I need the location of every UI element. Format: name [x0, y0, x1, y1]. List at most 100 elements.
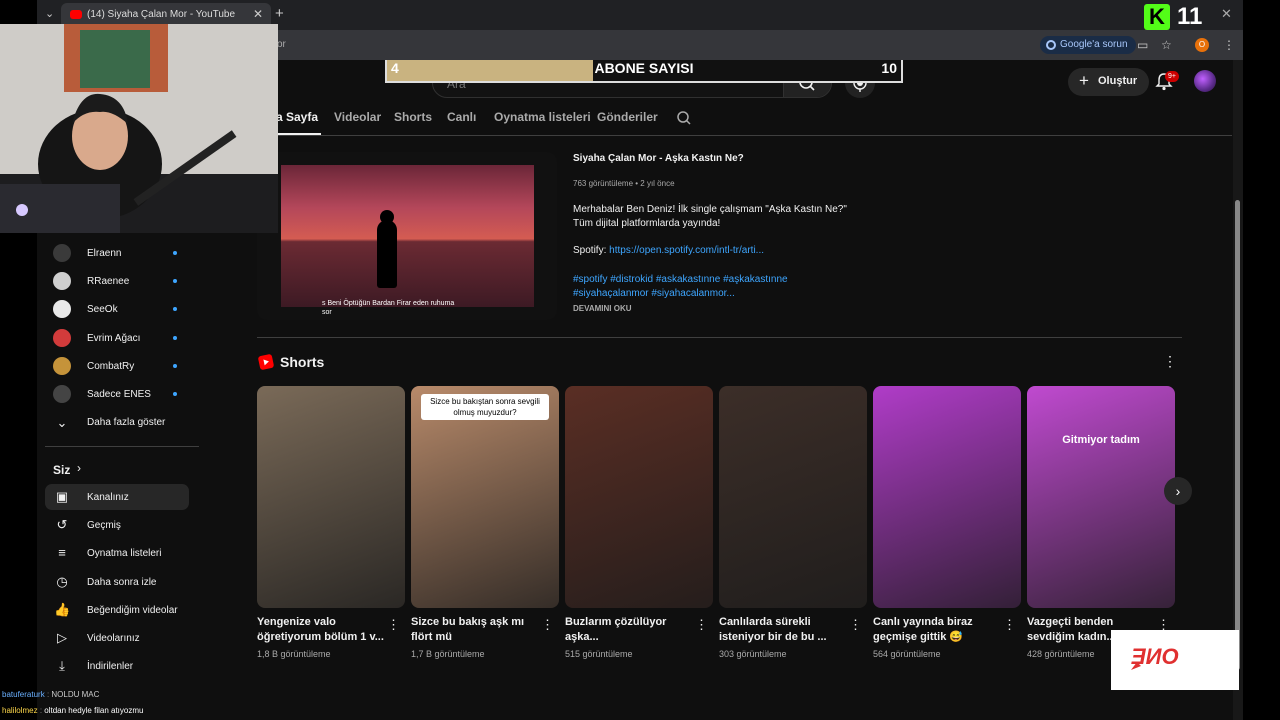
tab-list-chevron-icon[interactable]: ⌄ [45, 7, 54, 20]
sidebar-item-watch-later[interactable]: ◷ Daha sonra izle [45, 569, 189, 595]
section-menu-icon[interactable]: ⋮ [1163, 353, 1177, 370]
spotify-label: Spotify: [573, 245, 610, 256]
sidebar-item-your-channel[interactable]: ▣ Kanalınız [45, 484, 189, 510]
tab-videos[interactable]: Videolar [334, 110, 381, 124]
plus-icon: + [1079, 71, 1089, 90]
subscription-item[interactable]: RRaenee [37, 268, 199, 296]
short-views: 428 görüntüleme [1027, 649, 1095, 659]
chat-message: batuferaturk : NOLDU MAC [2, 690, 99, 699]
subscription-item[interactable]: SeeOk [37, 296, 199, 324]
read-more-button[interactable]: DEVAMINI OKU [573, 304, 632, 313]
short-thumbnail[interactable]: Gitmiyor tadım [1027, 386, 1175, 608]
more-options-icon[interactable]: ⋮ [541, 617, 554, 633]
page-scrollbar[interactable] [1233, 60, 1243, 720]
short-views: 1,7 B görüntüleme [411, 649, 485, 659]
create-button[interactable]: + Oluştur [1068, 68, 1150, 96]
short-thumbnail[interactable] [257, 386, 405, 608]
spotify-link[interactable]: https://open.spotify.com/intl-tr/arti... [609, 245, 764, 256]
short-thumbnail[interactable] [873, 386, 1021, 608]
account-box-icon: ▣ [55, 489, 69, 504]
description-line: Merhabalar Ben Deniz! İlk single çalışma… [573, 204, 847, 215]
subscription-avatar [53, 244, 71, 262]
more-options-icon[interactable]: ⋮ [387, 617, 400, 633]
sidebar-item-label: Kanalınız [87, 492, 129, 503]
google-lens-button[interactable]: Google'a sorun [1040, 36, 1136, 54]
browser-menu-icon[interactable]: ⋮ [1223, 38, 1235, 52]
chat-separator: : [39, 706, 43, 715]
subscription-name: Sadece ENES [87, 389, 151, 400]
sidebar-item-downloads[interactable]: ⤓ İndirilenler [45, 653, 189, 679]
subscription-item[interactable]: Evrim Ağacı [37, 325, 199, 353]
sidebar-item-history[interactable]: ↺ Geçmiş [45, 512, 189, 538]
webcam-overlay [0, 24, 278, 233]
show-more-button[interactable]: ⌄ Daha fazla göster [37, 409, 199, 437]
chevron-down-icon: ⌄ [56, 415, 68, 430]
abone-title: ABONE SAYISI [594, 60, 694, 76]
tab-live[interactable]: Canlı [447, 110, 476, 124]
thumbs-up-icon: 👍 [54, 602, 71, 617]
sidebar-item-label: Geçmiş [87, 520, 121, 531]
sidebar-item-label: Oynatma listeleri [87, 548, 162, 559]
new-tab-plus-icon[interactable]: + [275, 5, 284, 22]
chevron-right-icon: › [1175, 483, 1181, 499]
short-title[interactable]: Yengenize valo öğretiyorum bölüm 1 v... [257, 615, 385, 645]
tab-home[interactable]: a Sayfa [276, 110, 318, 124]
short-thumbnail[interactable]: Sizce bu bakıştan sonra sevgili olmuş mu… [411, 386, 559, 608]
clock-icon: ◷ [56, 574, 68, 589]
download-icon: ⤓ [59, 658, 65, 673]
sidebar-item-liked[interactable]: 👍 Beğendiğim videolar [45, 597, 189, 623]
subscription-avatar [53, 329, 71, 347]
subscription-name: SeeOk [87, 304, 118, 315]
short-thumbnail[interactable] [719, 386, 867, 608]
subscription-avatar [53, 300, 71, 318]
account-avatar[interactable] [1194, 70, 1216, 92]
window-close-icon[interactable]: ✕ [1221, 6, 1232, 22]
short-title[interactable]: Canlılarda sürekli isteniyor bir de bu .… [719, 615, 847, 645]
subscription-name: Evrim Ağacı [87, 333, 141, 344]
subscription-item[interactable]: Elraenn [37, 240, 199, 268]
tab-close-icon[interactable]: ✕ [253, 7, 263, 21]
short-title[interactable]: Sizce bu bakış aşk mı flört mü [411, 615, 539, 645]
new-content-dot [173, 364, 177, 368]
hashtag-line[interactable]: #siyahaçalanmor #siyahacalanmor... [573, 287, 813, 301]
notifications-badge: 9+ [1165, 71, 1179, 82]
more-options-icon[interactable]: ⋮ [695, 617, 708, 633]
webcam-feed-image [0, 24, 278, 233]
featured-video-thumbnail[interactable]: s Beni Öptüğün Bardan Firar eden ruhuma … [257, 152, 557, 320]
chat-text: oltdan hedyle filan atıyozmu [44, 706, 144, 715]
channel-search-icon[interactable] [676, 110, 692, 126]
subscription-avatar [53, 385, 71, 403]
featured-video-title[interactable]: Siyaha Çalan Mor - Aşka Kastın Ne? [573, 153, 744, 164]
url-text[interactable]: or [277, 39, 286, 50]
sidebar-item-label: Beğendiğim videolar [87, 605, 178, 616]
short-title[interactable]: Buzlarım çözülüyor aşka... [565, 615, 693, 645]
subscription-name: CombatRy [87, 361, 135, 372]
short-title[interactable]: Canlı yayında biraz geçmişe gittik 😅 [873, 615, 1001, 645]
bookmark-star-icon[interactable]: ☆ [1161, 38, 1172, 52]
subscription-avatar [53, 357, 71, 375]
sidebar-item-playlists[interactable]: ≡ Oynatma listeleri [45, 540, 189, 566]
sunset-image [281, 165, 534, 307]
hashtags[interactable]: #spotify #distrokid #askakastınne #aşkak… [573, 273, 813, 301]
subscription-item[interactable]: CombatRy [37, 353, 199, 381]
sidebar-item-your-videos[interactable]: ▷ Videolarınız [45, 625, 189, 651]
sponsor-logo-box: ƎИO [1111, 630, 1239, 690]
chat-separator: : [46, 690, 50, 699]
more-options-icon[interactable]: ⋮ [1003, 617, 1016, 633]
subscription-item[interactable]: Sadece ENES [37, 381, 199, 409]
abone-max: 10 [881, 60, 897, 76]
subscription-name: Elraenn [87, 248, 122, 259]
profile-avatar[interactable]: O [1195, 38, 1209, 52]
hashtag-line[interactable]: #spotify #distrokid #askakastınne #aşkak… [573, 273, 813, 287]
cast-icon[interactable]: ▭ [1137, 38, 1148, 52]
tab-posts[interactable]: Gönderiler [597, 110, 658, 124]
scrollbar-thumb[interactable] [1235, 200, 1240, 670]
shorts-next-button[interactable]: › [1164, 477, 1192, 505]
you-section-header[interactable]: Siz [53, 463, 70, 477]
sidebar-item-label: Daha sonra izle [87, 577, 157, 588]
tab-playlists[interactable]: Oynatma listeleri [494, 110, 591, 124]
lyric-line: sor [322, 309, 332, 316]
short-thumbnail[interactable] [565, 386, 713, 608]
more-options-icon[interactable]: ⋮ [849, 617, 862, 633]
tab-shorts[interactable]: Shorts [394, 110, 432, 124]
